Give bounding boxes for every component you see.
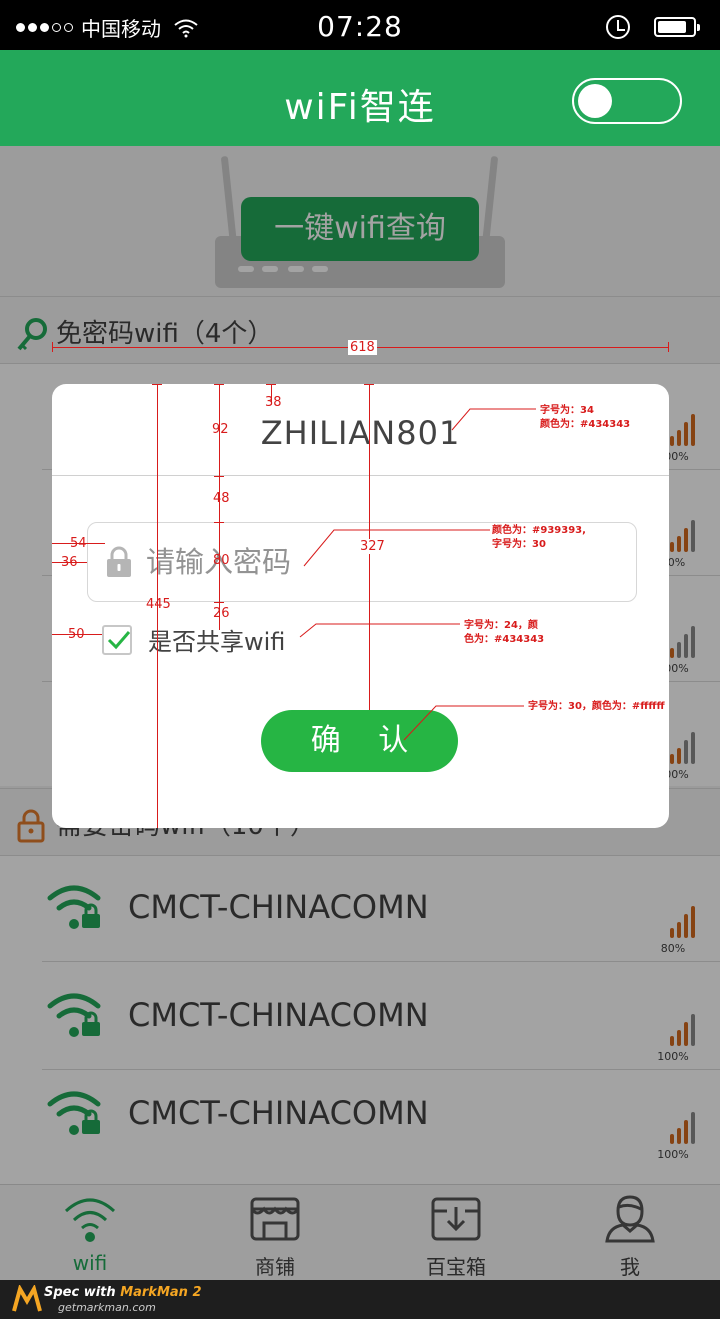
markman-logo-icon [12,1285,42,1312]
markman-watermark: Spec with MarkMan 2 getmarkman.com [0,1280,720,1319]
watermark-brand: Spec with MarkMan 2 [44,1285,202,1300]
annotation-note-input: 颜色为：#939393, 字号为：30 [492,525,586,550]
annotation-note-title: 字号为：34 颜色为：#434343 [540,405,631,430]
annotation-note-share: 字号为：24，颜 色为：#434343 [464,620,545,645]
annotation-note-confirm: 字号为：30，颜色为：#ffffff [528,701,665,712]
watermark-url: getmarkman.com [58,1301,156,1314]
annotation-leaders [299,408,536,741]
